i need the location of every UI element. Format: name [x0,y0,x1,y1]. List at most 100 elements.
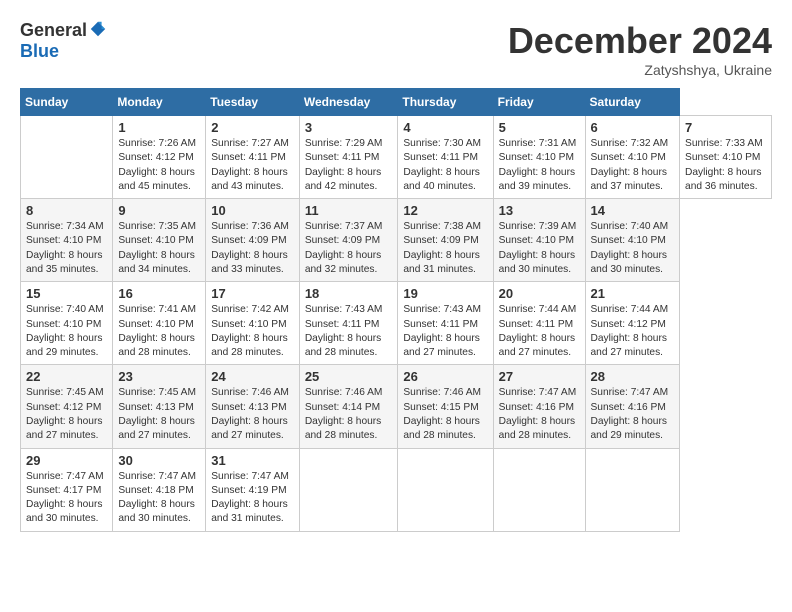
day-info: Sunrise: 7:33 AMSunset: 4:10 PMDaylight:… [685,137,766,194]
day-info: Sunrise: 7:40 AMSunset: 4:10 PMDaylight:… [591,220,675,277]
day-cell: 21 Sunrise: 7:44 AMSunset: 4:12 PMDaylig… [585,282,680,365]
calendar-week-row: 8 Sunrise: 7:34 AMSunset: 4:10 PMDayligh… [21,199,772,282]
day-of-week-header: Saturday [585,89,680,116]
day-cell: 18 Sunrise: 7:43 AMSunset: 4:11 PMDaylig… [299,282,398,365]
day-number: 7 [685,120,766,135]
title-area: December 2024 Zatyshshya, Ukraine [508,20,772,78]
logo-blue-text: Blue [20,41,59,62]
day-number: 15 [26,286,107,301]
day-number: 27 [499,369,580,384]
month-title: December 2024 [508,20,772,62]
day-cell: 14 Sunrise: 7:40 AMSunset: 4:10 PMDaylig… [585,199,680,282]
day-info: Sunrise: 7:37 AMSunset: 4:09 PMDaylight:… [305,220,393,277]
day-number: 29 [26,453,107,468]
day-info: Sunrise: 7:36 AMSunset: 4:09 PMDaylight:… [211,220,294,277]
day-info: Sunrise: 7:46 AMSunset: 4:14 PMDaylight:… [305,386,393,443]
day-number: 9 [118,203,200,218]
day-info: Sunrise: 7:47 AMSunset: 4:17 PMDaylight:… [26,470,107,527]
day-cell: 6 Sunrise: 7:32 AMSunset: 4:10 PMDayligh… [585,116,680,199]
day-cell: 11 Sunrise: 7:37 AMSunset: 4:09 PMDaylig… [299,199,398,282]
day-number: 18 [305,286,393,301]
day-cell: 30 Sunrise: 7:47 AMSunset: 4:18 PMDaylig… [113,448,206,531]
day-cell: 23 Sunrise: 7:45 AMSunset: 4:13 PMDaylig… [113,365,206,448]
empty-day-cell [493,448,585,531]
logo: General Blue [20,20,107,62]
day-info: Sunrise: 7:30 AMSunset: 4:11 PMDaylight:… [403,137,487,194]
day-cell: 17 Sunrise: 7:42 AMSunset: 4:10 PMDaylig… [206,282,300,365]
day-cell: 26 Sunrise: 7:46 AMSunset: 4:15 PMDaylig… [398,365,493,448]
day-cell: 4 Sunrise: 7:30 AMSunset: 4:11 PMDayligh… [398,116,493,199]
day-number: 11 [305,203,393,218]
day-info: Sunrise: 7:38 AMSunset: 4:09 PMDaylight:… [403,220,487,277]
day-cell: 9 Sunrise: 7:35 AMSunset: 4:10 PMDayligh… [113,199,206,282]
day-info: Sunrise: 7:31 AMSunset: 4:10 PMDaylight:… [499,137,580,194]
day-cell: 3 Sunrise: 7:29 AMSunset: 4:11 PMDayligh… [299,116,398,199]
day-number: 22 [26,369,107,384]
day-info: Sunrise: 7:45 AMSunset: 4:13 PMDaylight:… [118,386,200,443]
day-info: Sunrise: 7:34 AMSunset: 4:10 PMDaylight:… [26,220,107,277]
day-info: Sunrise: 7:44 AMSunset: 4:12 PMDaylight:… [591,303,675,360]
logo-icon [89,20,107,38]
day-cell: 28 Sunrise: 7:47 AMSunset: 4:16 PMDaylig… [585,365,680,448]
day-number: 4 [403,120,487,135]
day-number: 5 [499,120,580,135]
day-info: Sunrise: 7:47 AMSunset: 4:18 PMDaylight:… [118,470,200,527]
day-info: Sunrise: 7:47 AMSunset: 4:16 PMDaylight:… [591,386,675,443]
day-info: Sunrise: 7:43 AMSunset: 4:11 PMDaylight:… [305,303,393,360]
day-cell: 27 Sunrise: 7:47 AMSunset: 4:16 PMDaylig… [493,365,585,448]
location-text: Zatyshshya, Ukraine [508,62,772,78]
day-cell: 31 Sunrise: 7:47 AMSunset: 4:19 PMDaylig… [206,448,300,531]
day-number: 28 [591,369,675,384]
calendar-table: SundayMondayTuesdayWednesdayThursdayFrid… [20,88,772,532]
day-of-week-header: Wednesday [299,89,398,116]
calendar-week-row: 1 Sunrise: 7:26 AMSunset: 4:12 PMDayligh… [21,116,772,199]
day-number: 19 [403,286,487,301]
day-of-week-header: Sunday [21,89,113,116]
calendar-week-row: 15 Sunrise: 7:40 AMSunset: 4:10 PMDaylig… [21,282,772,365]
day-number: 30 [118,453,200,468]
empty-day-cell [299,448,398,531]
calendar-header-row: SundayMondayTuesdayWednesdayThursdayFrid… [21,89,772,116]
day-info: Sunrise: 7:40 AMSunset: 4:10 PMDaylight:… [26,303,107,360]
day-info: Sunrise: 7:46 AMSunset: 4:15 PMDaylight:… [403,386,487,443]
day-number: 10 [211,203,294,218]
calendar-week-row: 22 Sunrise: 7:45 AMSunset: 4:12 PMDaylig… [21,365,772,448]
day-number: 24 [211,369,294,384]
day-cell: 13 Sunrise: 7:39 AMSunset: 4:10 PMDaylig… [493,199,585,282]
day-cell: 20 Sunrise: 7:44 AMSunset: 4:11 PMDaylig… [493,282,585,365]
day-number: 6 [591,120,675,135]
calendar-week-row: 29 Sunrise: 7:47 AMSunset: 4:17 PMDaylig… [21,448,772,531]
day-info: Sunrise: 7:29 AMSunset: 4:11 PMDaylight:… [305,137,393,194]
day-info: Sunrise: 7:46 AMSunset: 4:13 PMDaylight:… [211,386,294,443]
day-cell: 24 Sunrise: 7:46 AMSunset: 4:13 PMDaylig… [206,365,300,448]
day-number: 23 [118,369,200,384]
day-number: 20 [499,286,580,301]
day-cell: 2 Sunrise: 7:27 AMSunset: 4:11 PMDayligh… [206,116,300,199]
day-number: 1 [118,120,200,135]
day-cell: 8 Sunrise: 7:34 AMSunset: 4:10 PMDayligh… [21,199,113,282]
day-number: 14 [591,203,675,218]
day-of-week-header: Tuesday [206,89,300,116]
day-info: Sunrise: 7:43 AMSunset: 4:11 PMDaylight:… [403,303,487,360]
empty-day-cell [21,116,113,199]
day-of-week-header: Monday [113,89,206,116]
day-number: 21 [591,286,675,301]
day-number: 25 [305,369,393,384]
day-cell: 15 Sunrise: 7:40 AMSunset: 4:10 PMDaylig… [21,282,113,365]
day-info: Sunrise: 7:42 AMSunset: 4:10 PMDaylight:… [211,303,294,360]
day-cell: 10 Sunrise: 7:36 AMSunset: 4:09 PMDaylig… [206,199,300,282]
day-cell: 19 Sunrise: 7:43 AMSunset: 4:11 PMDaylig… [398,282,493,365]
day-info: Sunrise: 7:35 AMSunset: 4:10 PMDaylight:… [118,220,200,277]
logo-general-text: General [20,20,87,41]
day-cell: 12 Sunrise: 7:38 AMSunset: 4:09 PMDaylig… [398,199,493,282]
day-of-week-header: Thursday [398,89,493,116]
day-info: Sunrise: 7:27 AMSunset: 4:11 PMDaylight:… [211,137,294,194]
day-number: 31 [211,453,294,468]
day-cell: 7 Sunrise: 7:33 AMSunset: 4:10 PMDayligh… [680,116,772,199]
day-number: 26 [403,369,487,384]
day-number: 12 [403,203,487,218]
day-cell: 1 Sunrise: 7:26 AMSunset: 4:12 PMDayligh… [113,116,206,199]
day-number: 2 [211,120,294,135]
day-info: Sunrise: 7:47 AMSunset: 4:19 PMDaylight:… [211,470,294,527]
page-header: General Blue December 2024 Zatyshshya, U… [20,20,772,78]
